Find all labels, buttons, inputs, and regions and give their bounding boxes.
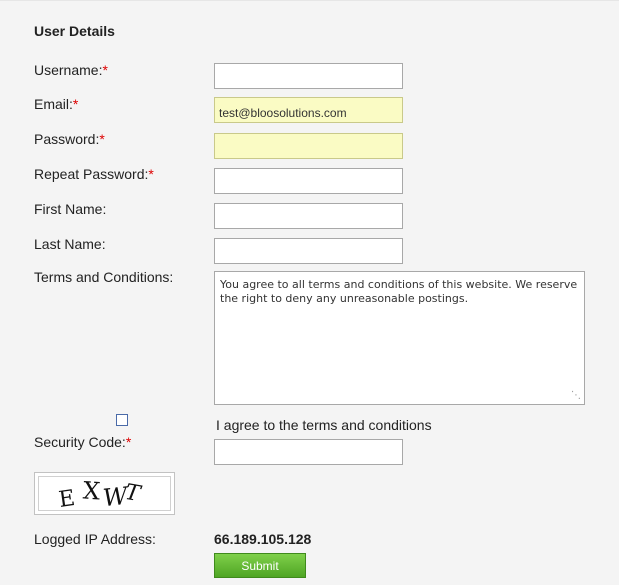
required-marker: * xyxy=(102,62,108,78)
password-label: Password:* xyxy=(34,131,105,147)
username-input[interactable] xyxy=(214,63,403,89)
required-marker: * xyxy=(148,166,154,182)
password-input[interactable] xyxy=(214,133,403,159)
email-label: Email:* xyxy=(34,96,79,112)
terms-textarea[interactable]: You agree to all terms and conditions of… xyxy=(214,271,585,405)
ip-value: 66.189.105.128 xyxy=(214,531,312,547)
agree-label: I agree to the terms and conditions xyxy=(216,417,432,433)
captcha-char: X xyxy=(82,476,102,506)
resize-grip-icon[interactable]: ⋱ xyxy=(571,391,581,401)
ip-label: Logged IP Address: xyxy=(34,531,156,547)
repeat-password-input[interactable] xyxy=(214,168,403,194)
captcha-char: T xyxy=(123,479,142,508)
captcha-char: E xyxy=(57,486,77,511)
terms-label: Terms and Conditions: xyxy=(34,269,174,285)
first-name-label: First Name: xyxy=(34,201,107,217)
username-label: Username:* xyxy=(34,62,108,78)
agree-checkbox[interactable] xyxy=(116,414,128,426)
repeat-password-label: Repeat Password:* xyxy=(34,166,154,182)
email-input[interactable] xyxy=(214,97,403,123)
captcha-image: E X W T xyxy=(34,472,175,515)
security-code-input[interactable] xyxy=(214,439,403,465)
user-details-panel: User Details Username:* Email:* Password… xyxy=(0,0,619,585)
required-marker: * xyxy=(99,131,105,147)
required-marker: * xyxy=(125,434,132,450)
submit-button[interactable]: Submit xyxy=(214,553,306,578)
first-name-input[interactable] xyxy=(214,203,403,229)
last-name-label: Last Name: xyxy=(34,236,106,252)
section-title: User Details xyxy=(34,23,115,39)
required-marker: * xyxy=(72,96,79,112)
captcha-frame: E X W T xyxy=(38,476,171,511)
security-code-label: Security Code:* xyxy=(34,434,132,450)
last-name-input[interactable] xyxy=(214,238,403,264)
